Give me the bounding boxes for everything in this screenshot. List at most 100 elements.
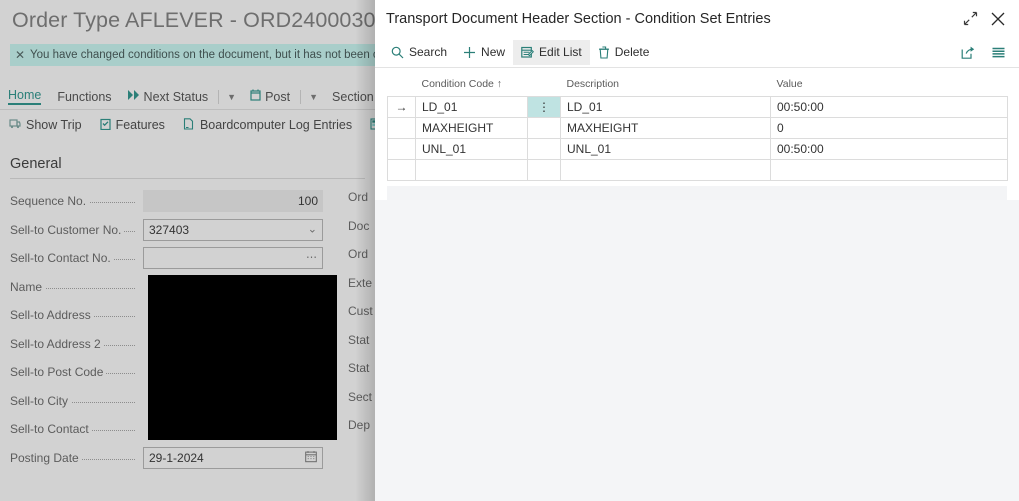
ribbon-tab-home[interactable]: Home: [0, 84, 49, 110]
search-button-label: Search: [409, 45, 448, 59]
cell-condition-code[interactable]: [415, 159, 528, 181]
column-header-value[interactable]: Value: [771, 74, 1008, 97]
field-label-sell-to-address: Sell-to Address: [10, 308, 94, 322]
new-button[interactable]: New: [455, 40, 513, 65]
chevron-down-icon-2[interactable]: ▼: [303, 92, 324, 102]
chevron-down-icon[interactable]: ▼: [221, 92, 242, 102]
cell-description[interactable]: [560, 159, 771, 181]
close-icon[interactable]: [985, 6, 1011, 32]
sequence-no-field: 100: [143, 190, 323, 212]
field-label-sell-to-customer-no: Sell-to Customer No.: [10, 222, 125, 237]
field-label-sequence-no: Sequence No.: [10, 194, 90, 208]
cell-description[interactable]: MAXHEIGHT: [560, 117, 771, 139]
edit-list-button[interactable]: Edit List: [513, 39, 590, 65]
open-in-excel-icon[interactable]: [955, 40, 981, 66]
features-icon: [99, 118, 111, 133]
field-label-name: Name: [10, 279, 46, 294]
delete-button-label: Delete: [614, 45, 650, 59]
ribbon-tab-home-label: Home: [8, 88, 42, 105]
expand-icon[interactable]: [957, 6, 983, 32]
cell-value[interactable]: 00:50:00: [770, 96, 1008, 118]
row-indicator-icon: →: [387, 96, 416, 118]
sell-to-customer-no-field[interactable]: 327403 ⌄: [143, 218, 323, 241]
features-button[interactable]: Features: [91, 118, 174, 133]
features-label: Features: [115, 118, 165, 132]
panel-drop-shadow: [355, 0, 375, 501]
plus-icon: [463, 46, 476, 59]
ribbon-tab-post[interactable]: Post: [242, 84, 298, 110]
list-options-icon[interactable]: [985, 40, 1011, 66]
edit-list-icon: [521, 46, 535, 59]
row-indicator-blank: [387, 117, 416, 139]
sequence-no-value: 100: [297, 194, 318, 208]
field-label-sell-to-post-code: Sell-to Post Code: [10, 365, 107, 379]
row-menu-icon[interactable]: ⋮: [527, 96, 561, 118]
show-trip-button[interactable]: Show Trip: [0, 118, 91, 132]
search-button[interactable]: Search: [383, 40, 455, 65]
condition-set-entries-panel: Transport Document Header Section - Cond…: [375, 0, 1019, 501]
condition-set-entries-grid-area: Condition Code ↑ Description Value → LD_…: [375, 68, 1019, 501]
new-button-label: New: [481, 45, 506, 59]
edit-list-button-label: Edit List: [539, 45, 582, 59]
delete-button[interactable]: Delete: [590, 40, 658, 65]
boardcomputer-log-icon: [183, 117, 195, 133]
field-label-sell-to-contact-no: Sell-to Contact No.: [10, 251, 114, 265]
ribbon-action-bar: Show Trip Features Boardcomputer Log Ent…: [0, 112, 375, 138]
show-trip-icon: [9, 118, 21, 132]
field-label-sell-to-city: Sell-to City: [10, 393, 72, 408]
next-status-icon: [127, 90, 140, 103]
page-title: Order Type AFLEVER - ORD240003004: [12, 8, 375, 32]
field-row-posting-date: Posting Date 29-1-2024: [10, 446, 375, 476]
row-indicator-blank: [387, 138, 416, 160]
sell-to-contact-no-field[interactable]: ⋯: [143, 247, 323, 269]
panel-title: Transport Document Header Section - Cond…: [386, 10, 771, 27]
field-label-sell-to-contact: Sell-to Contact: [10, 422, 92, 436]
field-row-sell-to-customer-no: Sell-to Customer No. 327403 ⌄: [10, 218, 375, 248]
screen-root: Order Type AFLEVER - ORD240003004 ✕ You …: [0, 0, 1019, 501]
ribbon-tab-next-status[interactable]: Next Status: [120, 84, 217, 110]
posting-date-field[interactable]: 29-1-2024: [143, 446, 323, 469]
notification-bar: ✕ You have changed conditions on the doc…: [10, 44, 375, 66]
row-menu-placeholder[interactable]: [527, 117, 561, 139]
background-application: Order Type AFLEVER - ORD240003004 ✕ You …: [0, 0, 375, 501]
section-header-general: General: [10, 156, 365, 179]
cell-condition-code[interactable]: LD_01: [415, 96, 528, 118]
table-row[interactable]: [387, 159, 1008, 181]
panel-header: Transport Document Header Section - Cond…: [375, 0, 1019, 37]
lookup-ellipsis-icon[interactable]: ⋯: [306, 252, 317, 264]
cell-description[interactable]: LD_01: [560, 96, 771, 118]
column-header-condition-code[interactable]: Condition Code ↑: [416, 74, 528, 97]
ribbon-tab-next-status-label: Next Status: [143, 89, 209, 104]
notification-text: You have changed conditions on the docum…: [30, 49, 375, 61]
condition-set-entries-table: Condition Code ↑ Description Value → LD_…: [387, 74, 1008, 181]
date-picker-icon[interactable]: [305, 450, 317, 465]
trash-icon: [598, 45, 610, 59]
boardcomputer-log-entries-button[interactable]: Boardcomputer Log Entries: [174, 117, 361, 133]
column-header-description[interactable]: Description: [561, 74, 771, 97]
chevron-down-icon[interactable]: ⌄: [308, 224, 317, 235]
ribbon-tab-bar: Home Functions Next Status ▼ Post ▼ Sect…: [0, 84, 375, 110]
close-icon[interactable]: ✕: [10, 49, 30, 61]
cell-condition-code[interactable]: MAXHEIGHT: [415, 117, 528, 139]
row-menu-header: [528, 74, 561, 97]
ribbon-tab-functions[interactable]: Functions: [49, 84, 119, 110]
row-menu-placeholder[interactable]: [527, 138, 561, 160]
cell-description[interactable]: UNL_01: [560, 138, 771, 160]
table-header-row: Condition Code ↑ Description Value: [388, 74, 1008, 97]
cell-value[interactable]: 00:50:00: [770, 138, 1008, 160]
ribbon-divider: [218, 89, 220, 104]
field-row-sell-to-contact-no: Sell-to Contact No. ⋯: [10, 247, 375, 276]
show-trip-label: Show Trip: [26, 118, 82, 132]
table-row[interactable]: MAXHEIGHT MAXHEIGHT 0: [387, 117, 1008, 139]
table-row[interactable]: UNL_01 UNL_01 00:50:00: [387, 138, 1008, 160]
row-indicator-header: [388, 74, 416, 97]
ribbon-tab-functions-label: Functions: [57, 89, 112, 104]
table-row[interactable]: → LD_01 ⋮ LD_01 00:50:00: [387, 96, 1008, 118]
toolbar-right-actions: [955, 37, 1011, 68]
cell-condition-code[interactable]: UNL_01: [415, 138, 528, 160]
panel-header-actions: [957, 0, 1011, 37]
panel-toolbar: Search New Edit List Delete: [375, 37, 1019, 68]
row-menu-placeholder[interactable]: [527, 159, 561, 181]
cell-value[interactable]: 0: [770, 117, 1008, 139]
cell-value[interactable]: [770, 159, 1008, 181]
